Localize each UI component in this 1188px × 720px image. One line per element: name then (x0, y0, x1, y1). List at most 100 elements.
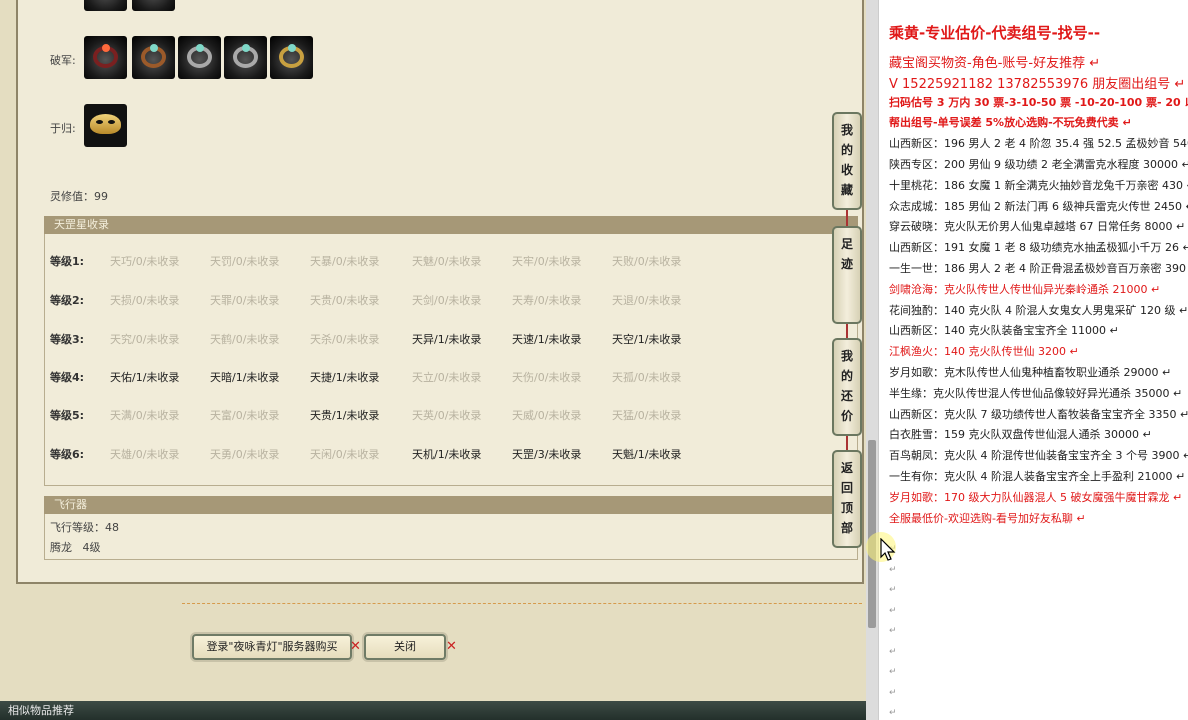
notepad-line: 岁月如歌：170 级大力队仙器混人 5 破女魔强牛魔甘霖龙 ↵ (889, 490, 1183, 504)
notepad-document[interactable]: 乘黄-专业估价-代卖组号-找号-- 藏宝阁买物资-角色-账号-好友推荐 ↵ V 1… (878, 0, 1188, 720)
star-record-cell: 天罚/0/未收录 (210, 255, 280, 268)
star-record-cell: 天空/1/未收录 (612, 333, 682, 346)
character-detail-panel: 破军: 于归: 灵修值：99 天罡星收录 等级1: 天巧/0/未收录 天罚/0/未收… (16, 0, 864, 584)
notepad-line: 江枫渔火：140 克火队传世仙 3200 ↵ (889, 345, 1079, 359)
star-record-cell: 天佑/1/未收录 (110, 371, 180, 384)
grade-label: 等级2: (50, 294, 85, 307)
pojun-ring-icon[interactable] (178, 36, 221, 79)
notepad-title: 乘黄-专业估价-代卖组号-找号-- (889, 24, 1101, 42)
grade-label: 等级3: (50, 333, 85, 346)
star-record-cell: 天威/0/未收录 (512, 409, 582, 422)
divider (182, 603, 862, 604)
star-record-cell: 天速/1/未收录 (512, 333, 582, 346)
star-record-cell: 天魅/0/未收录 (412, 255, 482, 268)
notepad-line: 花间独酌：140 克火队 4 阶混人女鬼女人男鬼采矿 120 级 ↵ (889, 303, 1188, 317)
grade-label: 等级4: (50, 371, 85, 384)
notepad-line: 半生缘：克火队传世混人传世仙品像较好异光通杀 35000 ↵ (889, 386, 1183, 400)
star-record-cell: 天立/0/未收录 (412, 371, 482, 384)
star-record-cell: 天巧/0/未收录 (110, 255, 180, 268)
notepad-line: 十里桃花：186 女魔 1 新全满克火抽妙音龙兔千万亲密 430 ↵ (889, 178, 1188, 192)
star-record-cell: 天异/1/未收录 (412, 333, 482, 346)
pojun-ring-icon[interactable] (224, 36, 267, 79)
equipment-icon[interactable] (84, 0, 127, 11)
flight-level: 飞行等级：48 (50, 521, 119, 534)
star-record-cell: 天贵/1/未收录 (310, 409, 380, 422)
notepad-line: 白衣胜雪：159 克火队双盘传世仙混人通杀 30000 ↵ (889, 428, 1152, 442)
paragraph-mark: ↵ (889, 667, 897, 677)
star-record-cell: 天剑/0/未收录 (412, 294, 482, 307)
similar-items-bar[interactable]: 相似物品推荐 (0, 701, 866, 720)
notepad-line: 一生一世：186 男人 2 老 4 阶正骨混孟极妙音百万亲密 390 ↵ (889, 262, 1188, 275)
yugui-label: 于归: (50, 122, 76, 135)
tab-footprints-label: 足迹 (840, 237, 853, 271)
gold-mask-icon[interactable] (84, 104, 127, 147)
tab-footprints[interactable]: 足迹 (832, 226, 862, 324)
star-record-cell: 天鹤/0/未收录 (210, 333, 280, 346)
star-record-cell: 天究/0/未收录 (110, 333, 180, 346)
paragraph-mark: ↵ (889, 605, 897, 616)
star-record-cell: 天勇/0/未收录 (210, 448, 280, 461)
grade-label: 等级6: (50, 448, 85, 461)
star-record-cell: 天寿/0/未收录 (512, 294, 582, 307)
paragraph-mark: ↵ (889, 687, 897, 698)
lingxiu-value: 灵修值：99 (50, 190, 108, 203)
notepad-line: 山西新区：140 克火队装备宝宝齐全 11000 ↵ (889, 324, 1119, 338)
pojun-ring-icon[interactable] (132, 36, 175, 79)
notepad-line: 岁月如歌：克木队传世人仙鬼种植畜牧职业通杀 29000 ↵ (889, 366, 1172, 379)
notepad-line: V 15225921182 13782553976 朋友圈出组号 ↵ (889, 76, 1186, 92)
notepad-line: 剑啸沧海：克火队传世人传世仙异光秦岭通杀 21000 ↵ (889, 282, 1161, 296)
equipment-icon[interactable] (132, 0, 175, 11)
notepad-line: 山西新区：191 女魔 1 老 8 级功绩克水抽孟极狐小千万 26 ↵ (889, 241, 1188, 255)
login-buy-button[interactable]: 登录"夜咏青灯"服务器购买 (192, 634, 352, 660)
paragraph-mark: ↵ (889, 626, 897, 636)
flight-header: 飞行器 (44, 496, 858, 514)
star-record-cell: 天杀/0/未收录 (310, 333, 380, 346)
tiangang-header: 天罡星收录 (44, 216, 858, 234)
tab-my-bargain[interactable]: 我的还价 (832, 338, 862, 436)
notepad-line: 帮出组号-单号误差 5%放心选购-不玩免费代卖 ↵ (889, 116, 1132, 130)
pojun-label: 破军: (50, 54, 76, 67)
pojun-ring-icon[interactable] (270, 36, 313, 79)
star-record-cell: 天机/1/未收录 (412, 448, 482, 461)
star-record-cell: 天猛/0/未收录 (612, 409, 682, 422)
paragraph-mark: ↵ (889, 646, 897, 657)
notepad-line: 山西新区：196 男人 2 老 4 阶忽 35.4 强 52.5 孟极妙音 54… (889, 137, 1188, 151)
star-record-cell: 天富/0/未收录 (210, 409, 280, 422)
notepad-line: 山西新区：克火队 7 级功绩传世人畜牧装备宝宝齐全 3350 ↵ (889, 407, 1188, 421)
close-button[interactable]: 关闭 (364, 634, 446, 660)
grade-label: 等级5: (50, 409, 85, 422)
notepad-line: 全服最低价-欢迎选购-看号加好友私聊 ↵ (889, 511, 1086, 525)
pojun-ring-icon[interactable] (84, 36, 127, 79)
star-record-cell: 天英/0/未收录 (412, 409, 482, 422)
star-record-cell: 天暴/0/未收录 (310, 255, 380, 268)
notepad-line: 扫码估号 3 万内 30 票-3-10-50 票 -10-20-100 票- 2… (889, 95, 1188, 109)
tab-my-favorites-label: 我的收藏 (840, 123, 853, 197)
paragraph-mark: ↵ (889, 564, 897, 575)
star-record-cell: 天败/0/未收录 (612, 255, 682, 268)
game-detail-page: 破军: 于归: 灵修值：99 天罡星收录 等级1: 天巧/0/未收录 天罚/0/未收… (0, 0, 866, 720)
star-record-cell: 天孤/0/未收录 (612, 371, 682, 384)
tab-back-to-top[interactable]: 返回顶部 (832, 450, 862, 548)
mouse-cursor-icon (880, 538, 896, 561)
tab-connector (846, 208, 848, 228)
close-x-icon: ✕ (446, 639, 457, 654)
paragraph-mark: ↵ (889, 708, 897, 718)
star-record-cell: 天贵/0/未收录 (310, 294, 380, 307)
tab-my-favorites[interactable]: 我的收藏 (832, 112, 862, 210)
star-record-cell: 天暗/1/未收录 (210, 371, 280, 384)
star-record-cell: 天伤/0/未收录 (512, 371, 582, 384)
notepad-line: 穿云破晓：克火队无价男人仙鬼卓越塔 67 日常任务 8000 ↵ (889, 220, 1186, 234)
notepad-line: 众志成城：185 男仙 2 新法门再 6 级神兵雷克火传世 2450 ↵ (889, 199, 1188, 213)
star-record-cell: 天满/0/未收录 (110, 409, 180, 422)
star-record-cell: 天罡/3/未收录 (512, 448, 582, 461)
star-record-cell: 天牢/0/未收录 (512, 255, 582, 268)
notepad-line: 百鸟朝凤：克火队 4 阶混传世仙装备宝宝齐全 3 个号 3900 ↵ (889, 449, 1188, 463)
grade-label: 等级1: (50, 255, 85, 268)
tab-back-to-top-label: 返回顶部 (840, 461, 853, 535)
star-record-cell: 天捷/1/未收录 (310, 371, 380, 384)
star-record-cell: 天罪/0/未收录 (210, 294, 280, 307)
star-record-cell: 天雄/0/未收录 (110, 448, 180, 461)
notepad-line: 一生有你：克火队 4 阶混人装备宝宝齐全上手盈利 21000 ↵ (889, 470, 1186, 483)
star-record-cell: 天损/0/未收录 (110, 294, 180, 307)
notepad-line: 藏宝阁买物资-角色-账号-好友推荐 ↵ (889, 56, 1101, 71)
